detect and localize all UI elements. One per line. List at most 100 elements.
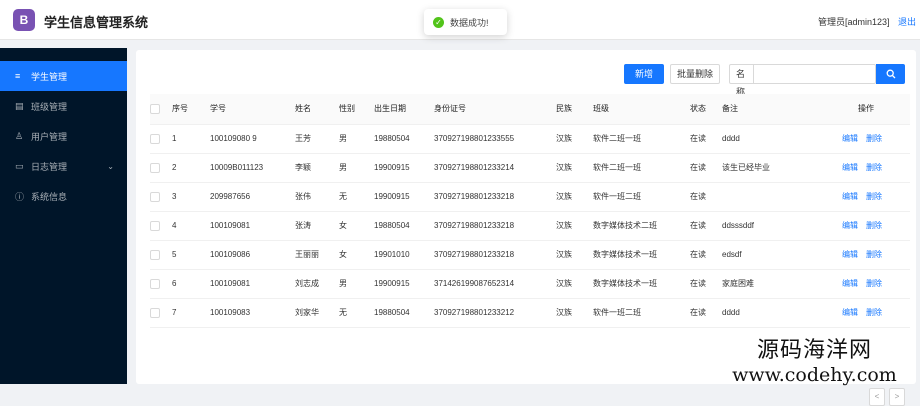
- delete-button[interactable]: 删除: [866, 308, 882, 317]
- table-row: 3 209987656 张伟无 19900915 370927198801233218 汉…: [150, 182, 910, 212]
- table-cell: 刘家华: [295, 298, 339, 328]
- row-select-cell: [150, 182, 172, 212]
- edit-button[interactable]: 编辑: [842, 134, 858, 143]
- student-table: 序号 学号 姓名 性别 出生日期 身份证号 民族 班级 状态 备注 操作 1 100109080 9王…: [150, 94, 910, 328]
- table-cell: 在读: [690, 182, 722, 212]
- row-select-cell: [150, 269, 172, 299]
- row-actions: 编辑 删除: [822, 240, 910, 270]
- user-icon: ♙: [15, 130, 24, 141]
- sidebar-item-3[interactable]: ▭ 日志管理 ⌄: [0, 151, 127, 181]
- column-header: 序号: [172, 94, 210, 125]
- table-cell: 19900915: [374, 182, 434, 212]
- row-select-cell: [150, 298, 172, 328]
- prev-page-button[interactable]: <: [869, 388, 885, 406]
- row-checkbox[interactable]: [150, 162, 160, 173]
- delete-button[interactable]: 删除: [866, 134, 882, 143]
- batch-delete-button[interactable]: 批量删除: [670, 64, 720, 84]
- edit-button[interactable]: 编辑: [842, 192, 858, 201]
- row-checkbox[interactable]: [150, 307, 160, 318]
- sidebar-item-1[interactable]: ▤ 班级管理: [0, 91, 127, 121]
- sidebar-item-0[interactable]: ≡ 学生管理: [0, 61, 127, 91]
- table-row: 2 10009B011123 李颖男 19900915 3709271988012332…: [150, 153, 910, 183]
- table-cell: 19880504: [374, 298, 434, 328]
- column-header: 班级: [593, 94, 690, 125]
- table-cell: 100109081: [210, 269, 295, 299]
- table-header-row: 序号 学号 姓名 性别 出生日期 身份证号 民族 班级 状态 备注 操作: [150, 94, 910, 125]
- success-toast: ✓ 数据成功!: [424, 9, 507, 35]
- delete-button[interactable]: 删除: [866, 192, 882, 201]
- edit-button[interactable]: 编辑: [842, 308, 858, 317]
- delete-button[interactable]: 删除: [866, 250, 882, 259]
- app-logo: B: [13, 9, 35, 31]
- add-button[interactable]: 新增: [624, 64, 664, 84]
- edit-button[interactable]: 编辑: [842, 163, 858, 172]
- sidebar-item-label: 日志管理: [31, 161, 68, 172]
- column-header: 备注: [722, 94, 822, 125]
- table-cell: 王芳: [295, 124, 339, 154]
- delete-button[interactable]: 删除: [866, 221, 882, 230]
- sidebar: ≡ 学生管理 ▤ 班级管理 ♙ 用户管理 ▭ 日志管理 ⌄ ⓘ 系统信息: [0, 48, 127, 384]
- logout-link[interactable]: 退出: [898, 15, 916, 28]
- table-cell: 370927198801233218: [434, 182, 556, 212]
- current-user: 管理员[admin123]: [818, 17, 890, 27]
- table-cell: 在读: [690, 240, 722, 270]
- table-cell: 软件一班二班: [593, 298, 690, 328]
- edit-button[interactable]: 编辑: [842, 279, 858, 288]
- row-checkbox[interactable]: [150, 191, 160, 202]
- sidebar-item-2[interactable]: ♙ 用户管理: [0, 121, 127, 151]
- table-cell: 男: [339, 153, 374, 183]
- table-cell: 男: [339, 269, 374, 299]
- column-header: 出生日期: [374, 94, 434, 125]
- table-row: 7 100109083 刘家华无 19880504 370927198801233212…: [150, 298, 910, 328]
- next-page-button[interactable]: >: [889, 388, 905, 406]
- row-actions: 编辑 删除: [822, 211, 910, 241]
- list-icon: ≡: [15, 71, 21, 81]
- table-cell: 370927198801233214: [434, 153, 556, 183]
- table-cell: 无: [339, 182, 374, 212]
- row-actions: 编辑 删除: [822, 124, 910, 154]
- table-cell: 209987656: [210, 182, 295, 212]
- column-header: 学号: [210, 94, 295, 125]
- table-cell: 女: [339, 240, 374, 270]
- table-cell: 371426199087652314: [434, 269, 556, 299]
- table-cell: 19900915: [374, 153, 434, 183]
- delete-button[interactable]: 删除: [866, 279, 882, 288]
- watermark: 源码海洋网 www.codehy.com: [712, 332, 917, 386]
- row-actions: 编辑 删除: [822, 269, 910, 299]
- chevron-down-icon: ⌄: [107, 161, 114, 171]
- table-cell: 汉族: [556, 153, 593, 183]
- edit-button[interactable]: 编辑: [842, 221, 858, 230]
- toast-message: 数据成功!: [450, 17, 489, 28]
- row-checkbox[interactable]: [150, 220, 160, 231]
- delete-button[interactable]: 删除: [866, 163, 882, 172]
- select-all-checkbox[interactable]: [150, 103, 160, 114]
- table-cell: 19901010: [374, 240, 434, 270]
- table-cell: 家庭困难: [722, 269, 822, 299]
- edit-button[interactable]: 编辑: [842, 250, 858, 259]
- table-cell: 软件一班二班: [593, 182, 690, 212]
- row-actions: 编辑 删除: [822, 153, 910, 183]
- table-cell: edsdf: [722, 240, 822, 270]
- table-cell: 汉族: [556, 298, 593, 328]
- table-cell: dddd: [722, 298, 822, 328]
- table-cell: 100109080 9: [210, 124, 295, 154]
- table-cell: 汉族: [556, 124, 593, 154]
- search-input[interactable]: [754, 66, 875, 82]
- table-cell: 在读: [690, 211, 722, 241]
- row-checkbox[interactable]: [150, 278, 160, 289]
- table-cell: 6: [172, 269, 210, 299]
- row-select-cell: [150, 211, 172, 241]
- sidebar-item-label: 系统信息: [31, 191, 68, 202]
- search-button[interactable]: [876, 64, 905, 84]
- column-header: 姓名: [295, 94, 339, 125]
- table-cell: 张涛: [295, 211, 339, 241]
- table-cell: 在读: [690, 298, 722, 328]
- row-select-cell: [150, 124, 172, 154]
- row-checkbox[interactable]: [150, 133, 160, 144]
- table-cell: 在读: [690, 153, 722, 183]
- sidebar-item-4[interactable]: ⓘ 系统信息: [0, 181, 127, 211]
- row-checkbox[interactable]: [150, 249, 160, 260]
- row-actions: 编辑 删除: [822, 298, 910, 328]
- table-cell: 数字媒体技术一班: [593, 240, 690, 270]
- table-cell: 2: [172, 153, 210, 183]
